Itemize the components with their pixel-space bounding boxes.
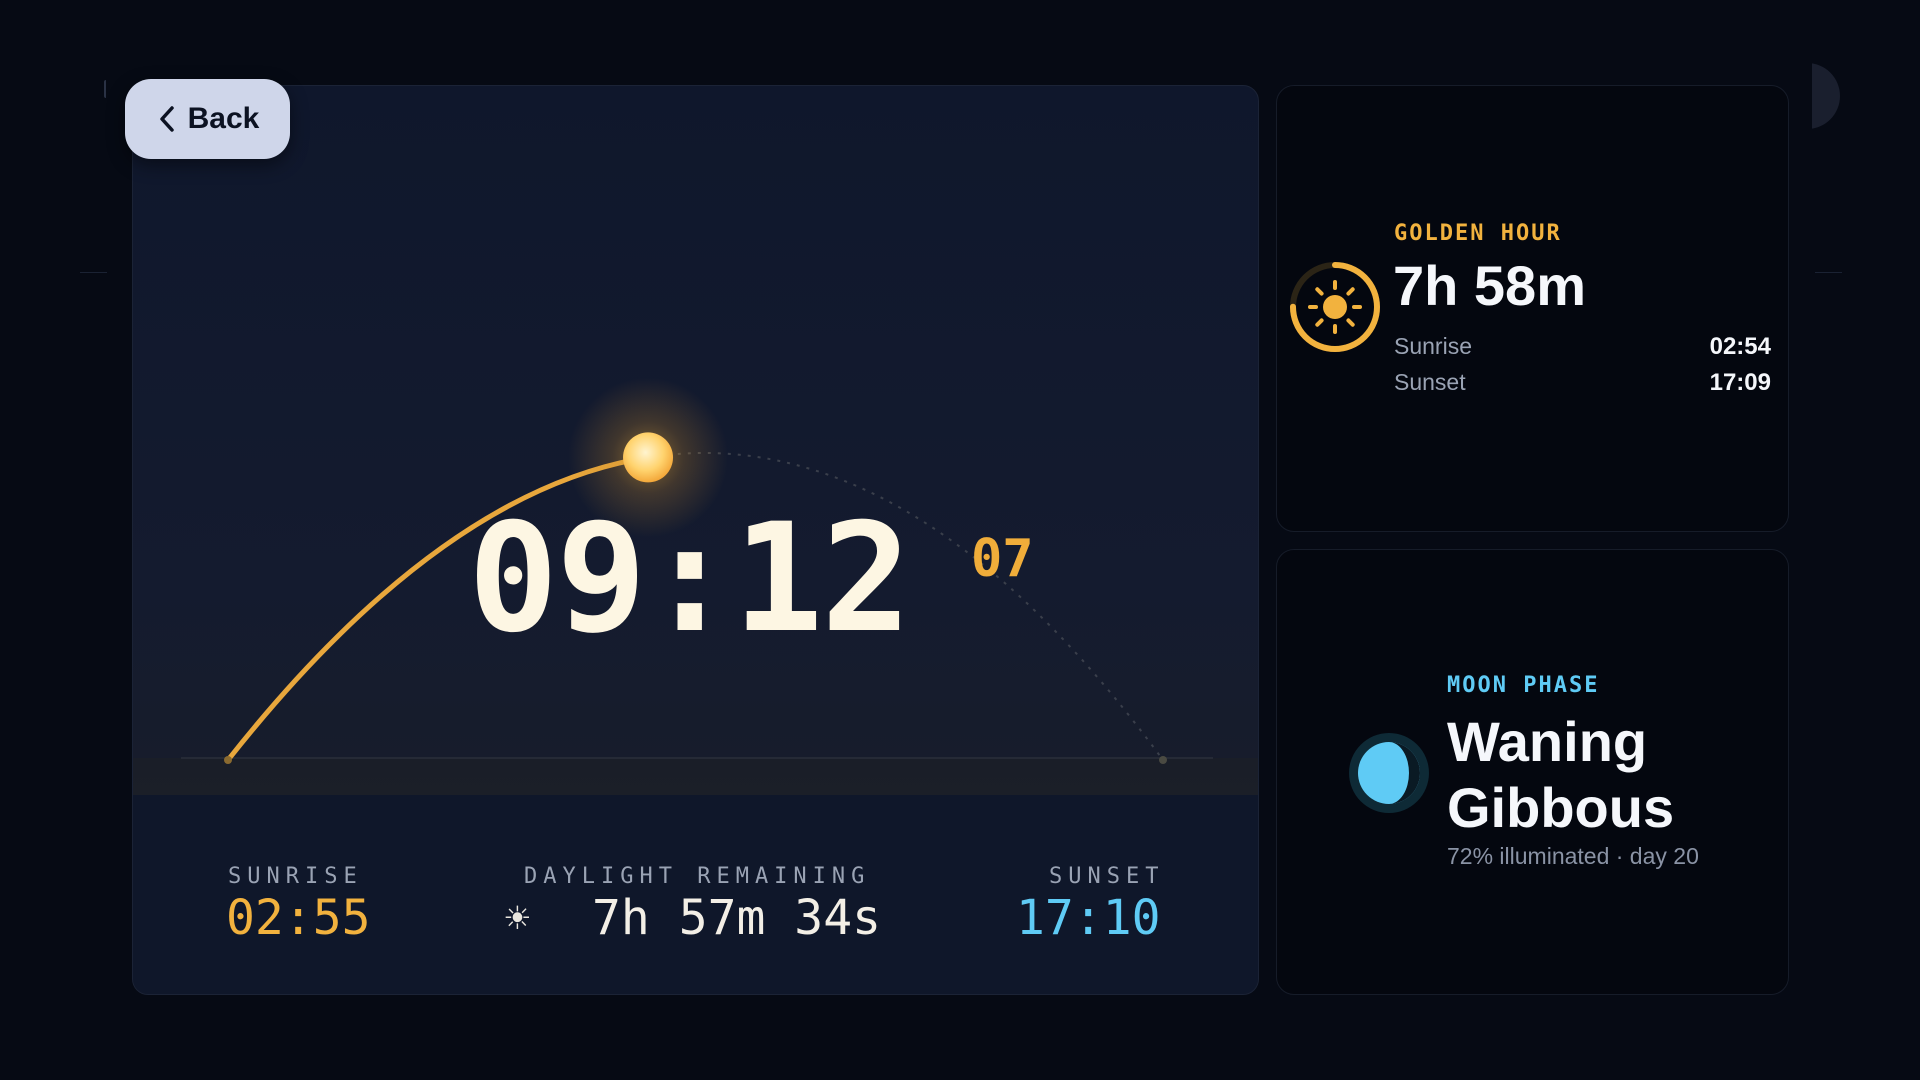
sun-small-icon: ☀ <box>503 900 532 936</box>
daylight-remaining-value: 7h 57m 34s <box>592 890 881 946</box>
sunset-point <box>1159 756 1167 764</box>
sunrise-label: SUNRISE <box>228 864 363 889</box>
daylight-remaining-label: DAYLIGHT REMAINING <box>524 864 871 889</box>
moon-icon <box>1349 733 1429 813</box>
golden-sunrise-label: Sunrise <box>1394 333 1472 359</box>
sunrise-point <box>224 756 232 764</box>
background-divider-right <box>1815 272 1842 273</box>
moon-phase-title: MOON PHASE <box>1447 673 1600 698</box>
back-button-label: Back <box>187 102 260 135</box>
golden-hour-duration: 7h 58m <box>1393 254 1586 317</box>
current-time: 09:12 <box>468 492 912 666</box>
background-edge-mark <box>104 80 109 98</box>
chevron-left-icon <box>159 106 174 132</box>
moon-phase-name: Waning Gibbous <box>1447 710 1675 839</box>
sun-marker <box>623 432 674 483</box>
sun-path-card: 09:12 07 <box>132 85 1259 995</box>
background-moon-shape <box>1812 63 1840 129</box>
background-divider-left <box>80 272 107 273</box>
golden-sunset-value: 17:09 <box>1709 369 1771 396</box>
app-screen: 09:12 07 SUNRISE 02:55 DAYLIGHT REMAININ… <box>0 0 1920 1080</box>
sunrise-time: 02:55 <box>226 890 371 946</box>
golden-sunset-label: Sunset <box>1394 369 1466 395</box>
sunset-time: 17:10 <box>1016 890 1161 946</box>
sun-icon <box>1290 262 1380 352</box>
moon-illumination: 72% illuminated · day 20 <box>1447 843 1699 869</box>
golden-hour-title: GOLDEN HOUR <box>1394 221 1562 246</box>
back-button[interactable]: Back <box>125 79 290 159</box>
golden-hour-card: GOLDEN HOUR 7h 58m Sunrise 02:54 Sunset … <box>1276 85 1789 532</box>
golden-sunrise-value: 02:54 <box>1709 333 1771 360</box>
sunset-label: SUNSET <box>1049 864 1165 889</box>
moon-phase-card: MOON PHASE Waning Gibbous 72% illuminate… <box>1276 549 1789 995</box>
current-seconds: 07 <box>971 529 1034 589</box>
